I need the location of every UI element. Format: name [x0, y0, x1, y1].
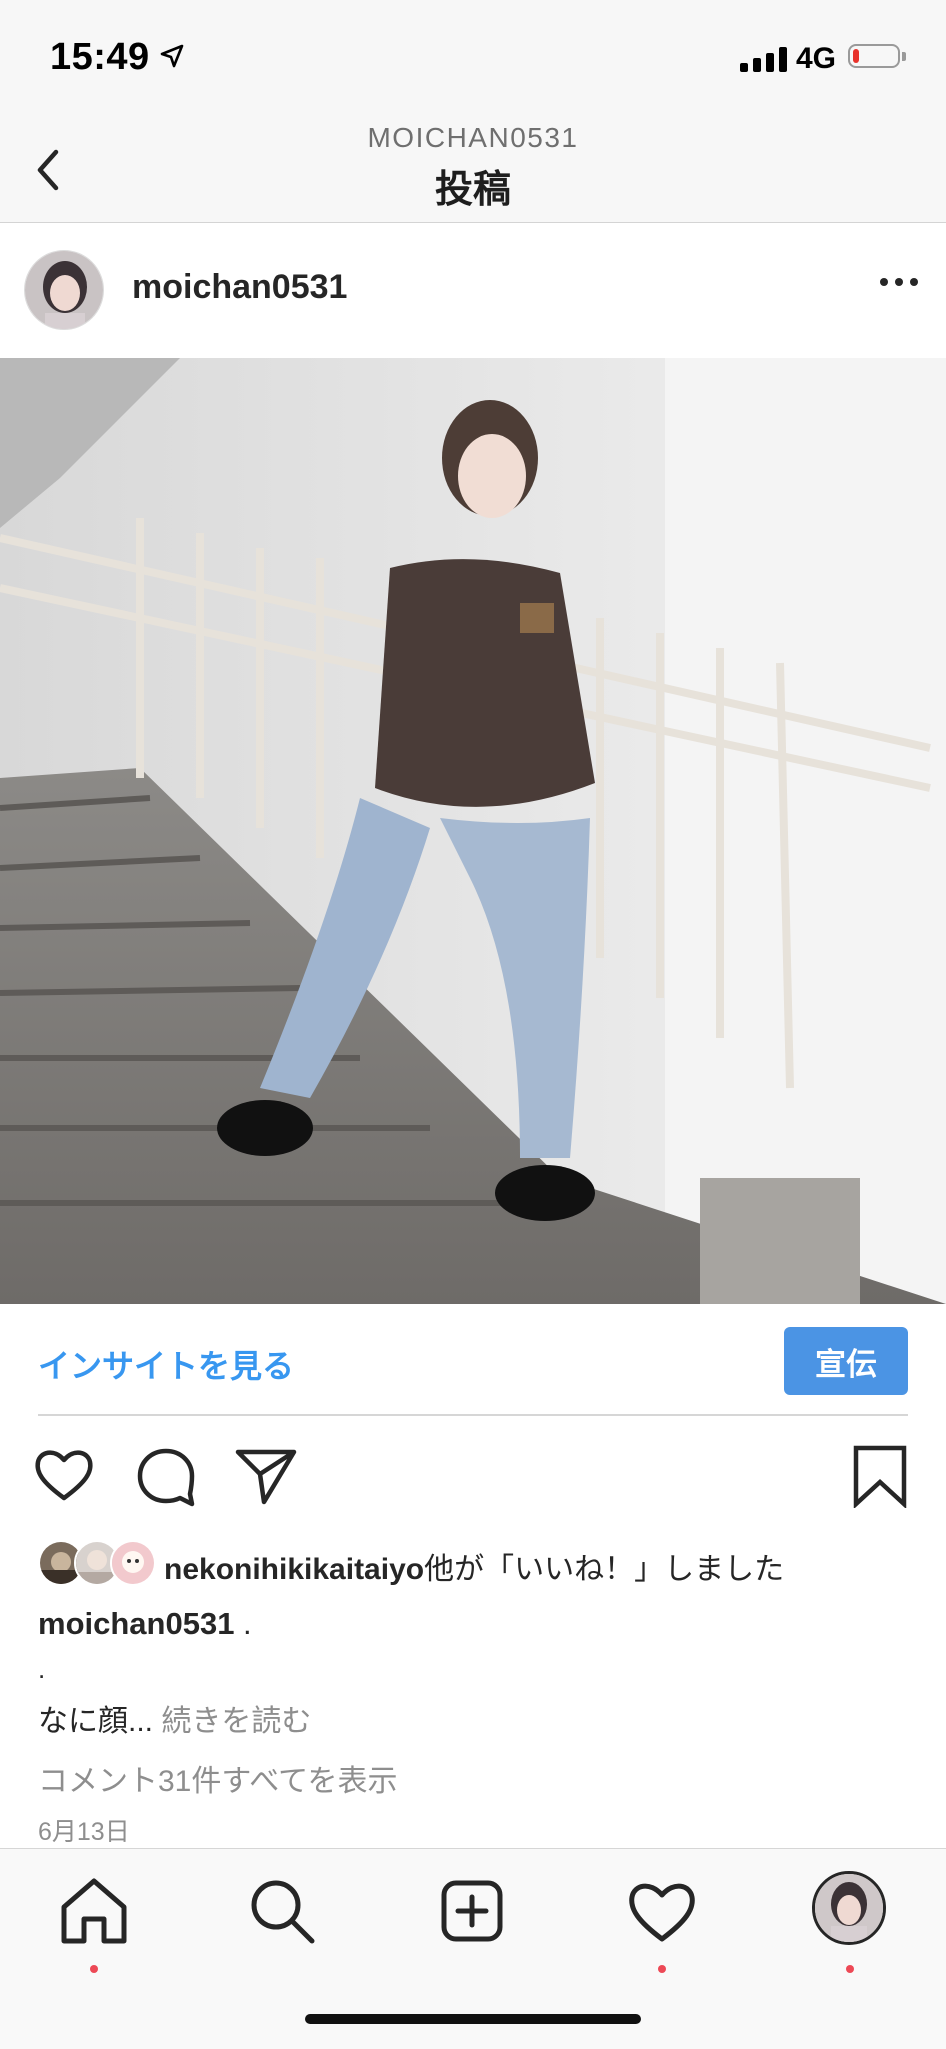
home-icon[interactable]: [54, 1871, 134, 1951]
notification-dot: [658, 1965, 666, 1973]
profile-avatar-icon[interactable]: [812, 1871, 886, 1945]
likes-row[interactable]: nekonihikikaitaiyo他が「いいね！」しました: [38, 1534, 938, 1590]
post-actions: [0, 1440, 946, 1520]
battery-level: [853, 49, 859, 63]
heart-icon[interactable]: [622, 1871, 702, 1951]
post-date: 6月13日: [38, 1818, 130, 1846]
post-header: moichan0531: [0, 224, 946, 358]
promote-button[interactable]: 宣伝: [784, 1327, 908, 1395]
likes-summary: nekonihikikaitaiyo他が「いいね！」しました: [164, 1544, 784, 1588]
caption-text: .: [234, 1606, 252, 1641]
view-comments-link[interactable]: コメント31件すべてを表示: [38, 1756, 397, 1800]
search-icon[interactable]: [242, 1871, 322, 1951]
status-time: 15:49: [50, 36, 150, 78]
bookmark-icon[interactable]: [852, 1444, 908, 1508]
cellular-signal-icon: [740, 46, 787, 72]
post-photo[interactable]: [0, 358, 946, 1304]
view-insights-link[interactable]: インサイトを見る: [38, 1341, 294, 1387]
comment-bubble-icon[interactable]: [134, 1444, 198, 1508]
caption-preview: なに顔... 続きを読む: [38, 1696, 311, 1740]
heart-icon[interactable]: [32, 1444, 96, 1508]
caption-line: .: [38, 1654, 46, 1684]
nav-subtitle: MOICHAN0531: [367, 122, 579, 153]
notification-dot: [90, 1965, 98, 1973]
divider: [38, 1414, 908, 1416]
status-bar: 15:49 4G: [0, 0, 946, 110]
caption-line: なに顔...: [38, 1705, 154, 1738]
paper-plane-icon[interactable]: [234, 1444, 298, 1508]
network-type: 4G: [796, 42, 837, 75]
liker-avatar: [110, 1540, 156, 1586]
nav-header: MOICHAN0531 投稿: [0, 110, 946, 223]
liker-username[interactable]: nekonihikikaitaiyo: [164, 1553, 424, 1586]
notification-dot: [846, 1965, 854, 1973]
battery-icon: [848, 44, 906, 68]
caption: moichan0531 .: [38, 1606, 252, 1642]
page-title: 投稿: [434, 169, 511, 211]
home-indicator: [305, 2014, 641, 2024]
post-username[interactable]: moichan0531: [132, 268, 347, 307]
insight-row: インサイトを見る 宣伝: [0, 1305, 946, 1415]
add-post-icon[interactable]: [432, 1871, 512, 1951]
location-arrow-icon: [160, 44, 184, 68]
more-options-icon[interactable]: [880, 278, 918, 286]
avatar[interactable]: [24, 250, 104, 330]
caption-username[interactable]: moichan0531: [38, 1606, 234, 1641]
likes-suffix: 他が「いいね！」しました: [424, 1553, 785, 1586]
read-more-link[interactable]: 続きを読む: [153, 1705, 311, 1738]
